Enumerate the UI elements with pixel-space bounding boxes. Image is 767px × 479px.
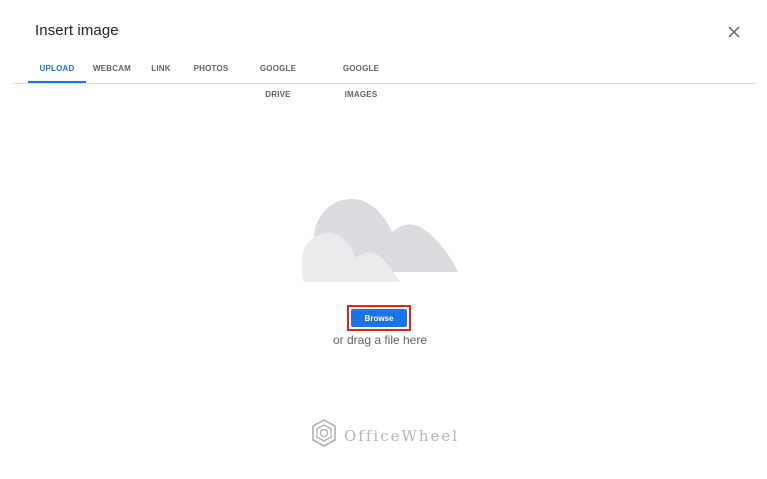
watermark-text: OfficeWheel (344, 426, 460, 445)
browse-highlight: Browse (347, 305, 411, 331)
tab-google-drive[interactable]: GOOGLE DRIVE (249, 56, 307, 99)
insert-image-dialog: Insert image UPLOAD WEBCAM LINK PHOTOS G… (0, 0, 767, 479)
tab-bar: UPLOAD WEBCAM LINK PHOTOS GOOGLE DRIVE G… (12, 56, 757, 99)
drag-hint: or drag a file here (332, 333, 428, 347)
officewheel-logo-icon (310, 418, 338, 453)
tab-webcam[interactable]: WEBCAM (92, 56, 132, 82)
close-icon[interactable] (724, 22, 744, 42)
tab-upload[interactable]: UPLOAD (28, 56, 86, 83)
cloud-icon (300, 195, 460, 285)
dialog-title: Insert image (35, 22, 119, 39)
tab-photos[interactable]: PHOTOS (193, 56, 229, 82)
watermark: OfficeWheel (310, 418, 459, 453)
browse-button[interactable]: Browse (351, 309, 407, 327)
tab-link[interactable]: LINK (150, 56, 172, 82)
tab-google-images[interactable]: GOOGLE IMAGES (328, 56, 394, 99)
